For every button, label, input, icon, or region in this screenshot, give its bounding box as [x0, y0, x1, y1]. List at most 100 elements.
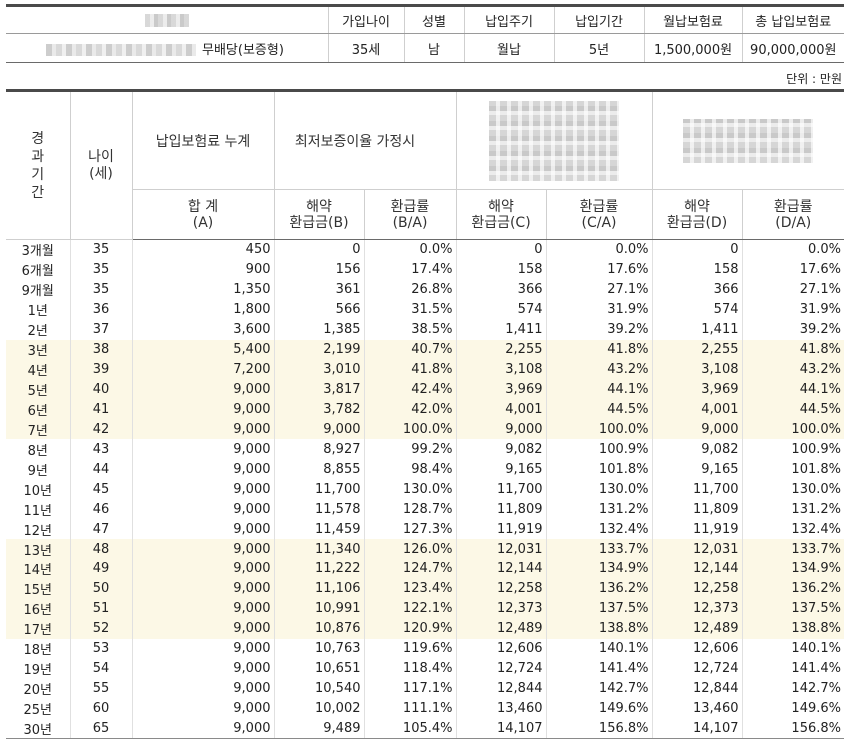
cell-surrender-b: 0	[274, 239, 365, 260]
cell-rate-ba: 99.2%	[364, 439, 457, 460]
cell-rate-ca: 27.1%	[546, 279, 653, 300]
cell-surrender-c: 0	[456, 239, 547, 260]
cell-rate-da: 43.2%	[742, 359, 844, 380]
cell-cum-premium: 450	[132, 239, 275, 260]
cell-period: 3년	[6, 339, 71, 360]
cell-cum-premium: 9,000	[132, 638, 275, 659]
table-row: 30년 65 9,000 9,489 105.4% 14,107 156.8% 14,107 1…	[6, 718, 844, 740]
cell-age: 38	[70, 339, 133, 360]
cell-surrender-b: 3,782	[274, 399, 365, 420]
cell-rate-da: 141.4%	[791, 661, 841, 677]
table-header-row-2: 합 계 (A) 해약 환급금(B) 환급률 (B/A) 해약 환급금(C) 환급…	[6, 189, 844, 240]
cell-period: 9년	[6, 459, 71, 480]
cell-period: 18년	[6, 638, 71, 659]
cell-surrender-b: 8,927	[274, 439, 365, 460]
cell-rate-ca: 44.1%	[546, 379, 653, 400]
cell-surrender-d: 9,165	[652, 459, 743, 480]
table-row: 2년 37 3,600 1,385 38.5% 1,411 39.2% 1,411 39.2%	[6, 319, 844, 340]
cell-surrender-c: 12,144	[456, 559, 547, 579]
cell-cum-premium: 9,000	[132, 519, 275, 540]
cell-cum-premium: 9,000	[132, 499, 275, 520]
cell-rate-ca: 101.8%	[546, 459, 653, 480]
table-row: 15년 50 9,000 11,106 123.4% 12,258 136.2% 12,258…	[6, 578, 844, 599]
total-a-header: 합 계 (A)	[132, 189, 275, 240]
cell-period: 15년	[6, 578, 71, 599]
cell-surrender-d: 12,373	[652, 598, 743, 619]
table-row: 17년 52 9,000 10,876 120.9% 12,489 138.8% 12,489…	[6, 618, 844, 639]
table-header-row-1: 경과기간 나이 (세) 납입보험료 누계 최저보증이율 가정시	[6, 89, 844, 240]
cell-rate-ba: 126.0%	[364, 539, 457, 559]
cell-surrender-d: 14,107	[652, 718, 743, 740]
summary-header-cell: 가입나이	[328, 4, 405, 34]
cell-age: 36	[70, 299, 133, 320]
cell-age: 39	[70, 359, 133, 380]
cell-period: 7년	[6, 419, 71, 440]
cell-surrender-b: 9,489	[274, 718, 365, 740]
cell-cum-premium: 9,000	[132, 578, 275, 599]
cell-age: 54	[70, 658, 133, 679]
cell-surrender-d: 4,001	[652, 399, 743, 420]
cell-surrender-b: 10,651	[274, 658, 365, 679]
summary-value-cell: 5년	[554, 33, 645, 63]
summary-value-cell: 1,500,000원	[644, 33, 743, 63]
cell-surrender-b: 10,991	[274, 598, 365, 619]
cell-rate-ba: 38.5%	[364, 319, 457, 340]
cell-surrender-c: 11,919	[456, 519, 547, 540]
cell-cum-premium: 9,000	[132, 459, 275, 480]
cell-surrender-c: 11,700	[456, 479, 547, 500]
cell-rate-ba: 42.4%	[364, 379, 457, 400]
redacted-scenario-header-d	[652, 89, 844, 190]
cell-rate-ba: 127.3%	[364, 519, 457, 540]
summary-header-cell: 월납보험료	[644, 4, 743, 34]
cell-rate-ba: 111.1%	[364, 698, 457, 719]
cell-cum-premium: 1,800	[132, 299, 275, 320]
cell-rate-da: 134.9%	[742, 559, 844, 579]
summary-value-cell: 90,000,000원	[742, 33, 844, 63]
cell-cum-premium: 9,000	[132, 658, 275, 679]
table-row: 6개월 35 900 156 17.4% 158 17.6% 158 17.6%	[6, 259, 844, 280]
cell-age: 37	[70, 319, 133, 340]
cell-cum-premium: 9,000	[132, 618, 275, 639]
cell-age: 45	[70, 479, 133, 500]
cell-cum-premium: 9,000	[132, 399, 275, 420]
cell-age: 47	[70, 519, 133, 540]
cell-age: 35	[70, 239, 133, 260]
min-guarantee-header: 최저보증이율 가정시	[274, 89, 457, 190]
table-row: 13년 48 9,000 11,340 126.0% 12,031 133.7% 12,031…	[6, 539, 844, 559]
cell-period: 6년	[6, 399, 71, 420]
product-name-header	[6, 4, 329, 34]
elapsed-period-header: 경과기간	[6, 89, 71, 240]
cell-age: 46	[70, 499, 133, 520]
cell-rate-ba: 31.5%	[364, 299, 457, 320]
cell-period: 5년	[6, 379, 71, 400]
cell-period: 20년	[6, 678, 71, 699]
cell-rate-ca: 141.4%	[546, 658, 653, 679]
redacted-text	[683, 118, 814, 163]
cell-rate-ca: 132.4%	[546, 519, 653, 540]
cell-surrender-c: 12,258	[456, 578, 547, 599]
cell-surrender-b: 361	[274, 279, 365, 300]
cell-age: 53	[70, 638, 133, 659]
product-name: 무배당(보증형)	[6, 33, 329, 63]
cell-period: 6개월	[6, 259, 71, 280]
cell-surrender-b: 10,002	[274, 698, 365, 719]
cell-cum-premium: 9,000	[132, 439, 275, 460]
cell-period: 9개월	[6, 279, 71, 300]
cell-surrender-d: 12,144	[652, 559, 743, 579]
table-row: 6년 41 9,000 3,782 42.0% 4,001 44.5% 4,001 44.5%	[6, 399, 844, 420]
cell-age: 50	[70, 578, 133, 599]
cell-rate-ca: 133.7%	[546, 539, 653, 559]
summary-value-cell: 월납	[464, 33, 555, 63]
cell-rate-da: 137.5%	[742, 598, 844, 619]
cell-rate-ba: 40.7%	[364, 339, 457, 360]
cell-surrender-b: 11,459	[274, 519, 365, 540]
cell-rate-ca: 142.7%	[546, 678, 653, 699]
cell-age: 65	[70, 718, 133, 740]
cell-period: 3개월	[6, 239, 71, 260]
product-suffix: 무배당(보증형)	[202, 42, 284, 58]
cell-rate-ca: 138.8%	[546, 618, 653, 639]
cell-age: 35	[70, 279, 133, 300]
cell-period: 17년	[6, 618, 71, 639]
summary-header-cell: 총 납입보험료	[742, 4, 844, 34]
cell-rate-ba: 100.0%	[364, 419, 457, 440]
